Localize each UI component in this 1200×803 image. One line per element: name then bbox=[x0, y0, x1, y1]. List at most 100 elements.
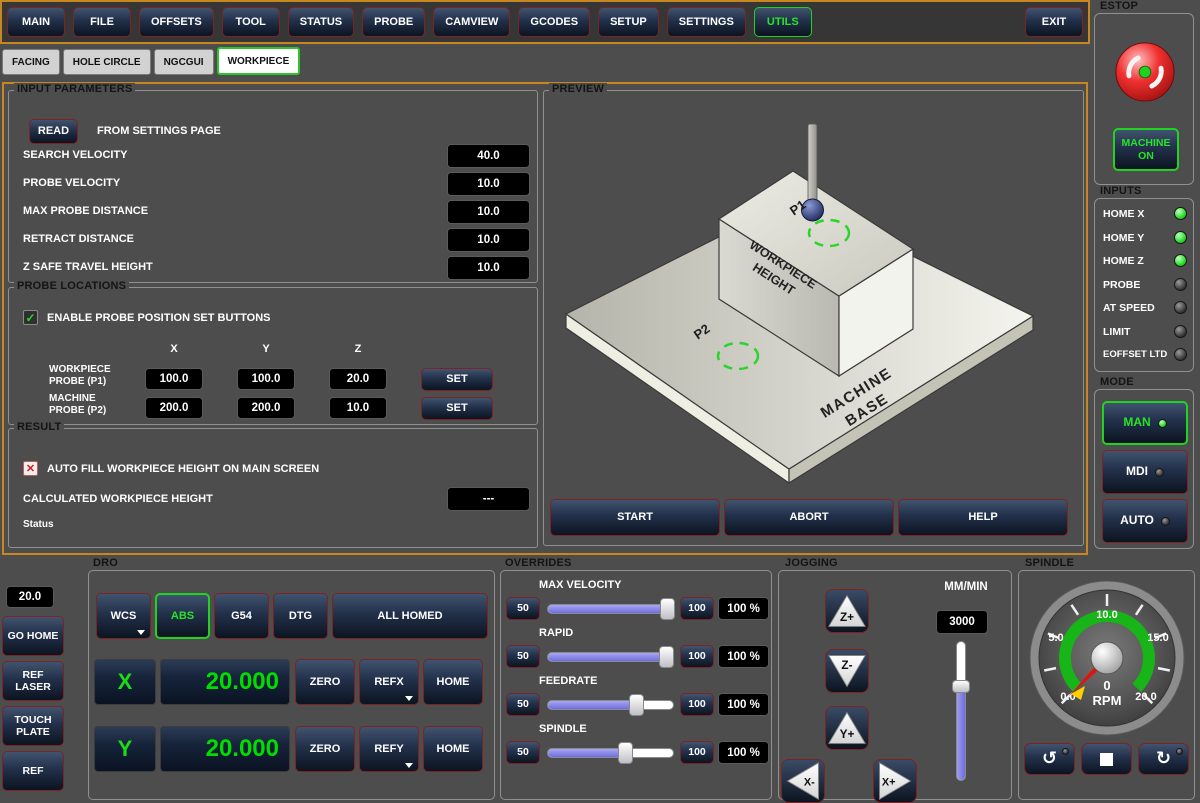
abs-button[interactable]: ABS bbox=[155, 593, 210, 639]
feedrate-slider[interactable] bbox=[547, 700, 674, 710]
feedrate-max-button[interactable]: 100 bbox=[680, 693, 714, 716]
jog-x-minus-button[interactable]: X- bbox=[781, 759, 825, 803]
tab-ngcgui[interactable]: NGCGUI bbox=[154, 49, 214, 75]
jog-rate-input[interactable]: 3000 bbox=[936, 610, 988, 634]
rapid-min-button[interactable]: 50 bbox=[506, 645, 540, 668]
p1-x-input[interactable]: 100.0 bbox=[145, 368, 203, 390]
at-speed-led bbox=[1174, 301, 1187, 314]
feedrate-slider-handle[interactable] bbox=[629, 694, 644, 716]
max-velocity-min-button[interactable]: 50 bbox=[506, 597, 540, 620]
retract-distance-input[interactable]: 10.0 bbox=[447, 228, 530, 252]
svg-text:Z-: Z- bbox=[841, 658, 852, 672]
y-ref-button[interactable]: REFY bbox=[359, 726, 419, 772]
spindle-slider[interactable] bbox=[547, 748, 674, 758]
utility-tab-bar: FACING HOLE CIRCLE NGCGUI WORKPIECE bbox=[2, 47, 300, 75]
input-home-y-label: HOME Y bbox=[1103, 232, 1144, 244]
jog-z-minus-button[interactable]: Z- bbox=[825, 649, 869, 693]
p2-y-input[interactable]: 200.0 bbox=[237, 397, 295, 419]
exit-button[interactable]: EXIT bbox=[1025, 7, 1083, 37]
nav-main[interactable]: MAIN bbox=[7, 7, 65, 37]
spindle-max-button[interactable]: 100 bbox=[680, 741, 714, 764]
p1-set-button[interactable]: SET bbox=[421, 368, 493, 391]
overrides-title: OVERRIDES bbox=[502, 557, 575, 569]
calculated-height-value: --- bbox=[447, 487, 530, 511]
ref-laser-button[interactable]: REF LASER bbox=[2, 661, 64, 701]
max-velocity-slider-handle[interactable] bbox=[660, 598, 675, 620]
estop-button[interactable] bbox=[1114, 41, 1176, 103]
jog-rate-slider-handle[interactable] bbox=[952, 680, 970, 693]
spindle-stop-button[interactable] bbox=[1081, 743, 1132, 775]
jog-y-plus-button[interactable]: Y+ bbox=[825, 706, 869, 750]
spindle-reverse-button[interactable]: ↺ bbox=[1024, 743, 1075, 775]
max-velocity-slider[interactable] bbox=[547, 604, 674, 614]
spindle-slider-handle[interactable] bbox=[618, 742, 633, 764]
spindle-rpm-gauge: 0.0 5.0 10.0 15.0 20.0 0 RPM bbox=[1027, 578, 1187, 738]
spindle-min-button[interactable]: 50 bbox=[506, 741, 540, 764]
jog-rate-slider[interactable] bbox=[956, 641, 966, 781]
enable-probe-checkbox[interactable]: ✓ bbox=[23, 310, 38, 325]
probe-velocity-input[interactable]: 10.0 bbox=[447, 172, 530, 196]
abort-button[interactable]: ABORT bbox=[724, 499, 894, 536]
rapid-max-button[interactable]: 100 bbox=[680, 645, 714, 668]
autofill-checkbox[interactable]: ✕ bbox=[23, 461, 38, 476]
max-velocity-percent: 100 % bbox=[718, 597, 769, 620]
p1-y-input[interactable]: 100.0 bbox=[237, 368, 295, 390]
wcs-dropdown-button[interactable]: WCS bbox=[96, 593, 151, 639]
ref-button[interactable]: REF bbox=[2, 751, 64, 791]
jog-z-plus-button[interactable]: Z+ bbox=[825, 589, 869, 633]
nav-gcodes[interactable]: GCODES bbox=[518, 7, 590, 37]
mode-mdi-label: MDI bbox=[1126, 465, 1148, 479]
feedrate-min-button[interactable]: 50 bbox=[506, 693, 540, 716]
search-velocity-input[interactable]: 40.0 bbox=[447, 144, 530, 168]
all-homed-button[interactable]: ALL HOMED bbox=[332, 593, 488, 639]
g54-button[interactable]: G54 bbox=[214, 593, 269, 639]
tab-facing[interactable]: FACING bbox=[2, 49, 60, 75]
mode-mdi-led bbox=[1155, 468, 1164, 477]
x-home-button[interactable]: HOME bbox=[423, 659, 483, 705]
read-button[interactable]: READ bbox=[29, 119, 78, 144]
touch-height-input[interactable]: 20.0 bbox=[6, 586, 54, 608]
rapid-slider-handle[interactable] bbox=[659, 646, 674, 668]
tab-hole-circle[interactable]: HOLE CIRCLE bbox=[63, 49, 151, 75]
mode-auto-button[interactable]: AUTO bbox=[1102, 499, 1188, 543]
nav-camview[interactable]: CAMVIEW bbox=[433, 7, 510, 37]
dtg-button[interactable]: DTG bbox=[273, 593, 328, 639]
nav-utils-active[interactable]: UTILS bbox=[754, 7, 812, 37]
jog-x-plus-button[interactable]: X+ bbox=[873, 759, 917, 803]
limit-led bbox=[1174, 325, 1187, 338]
input-probe-label: PROBE bbox=[1103, 279, 1140, 291]
nav-status[interactable]: STATUS bbox=[288, 7, 354, 37]
touch-plate-button[interactable]: TOUCH PLATE bbox=[2, 706, 64, 746]
rapid-slider[interactable] bbox=[547, 652, 674, 662]
mode-man-button[interactable]: MAN bbox=[1102, 401, 1188, 445]
gauge-tick-15: 15.0 bbox=[1147, 632, 1168, 644]
y-zero-button[interactable]: ZERO bbox=[295, 726, 355, 772]
go-home-button[interactable]: GO HOME bbox=[2, 616, 64, 656]
nav-file[interactable]: FILE bbox=[73, 7, 131, 37]
nav-offsets[interactable]: OFFSETS bbox=[139, 7, 214, 37]
max-velocity-max-button[interactable]: 100 bbox=[680, 597, 714, 620]
nav-probe[interactable]: PROBE bbox=[362, 7, 425, 37]
start-button[interactable]: START bbox=[550, 499, 720, 536]
help-button[interactable]: HELP bbox=[898, 499, 1068, 536]
p2-z-input[interactable]: 10.0 bbox=[329, 397, 387, 419]
machine-on-button[interactable]: MACHINE ON bbox=[1113, 128, 1179, 171]
mode-mdi-button[interactable]: MDI bbox=[1102, 450, 1188, 494]
workpiece-probe-label-line2: PROBE (P1) bbox=[49, 376, 106, 387]
machine-on-line2: ON bbox=[1138, 150, 1154, 162]
max-probe-distance-input[interactable]: 10.0 bbox=[447, 200, 530, 224]
jogging-title: JOGGING bbox=[782, 557, 841, 569]
tab-workpiece-active[interactable]: WORKPIECE bbox=[217, 47, 301, 75]
p2-set-button[interactable]: SET bbox=[421, 397, 493, 420]
p2-x-input[interactable]: 200.0 bbox=[145, 397, 203, 419]
nav-settings[interactable]: SETTINGS bbox=[667, 7, 746, 37]
spindle-forward-button[interactable]: ↻ bbox=[1138, 743, 1189, 775]
nav-setup[interactable]: SETUP bbox=[598, 7, 659, 37]
x-zero-button[interactable]: ZERO bbox=[295, 659, 355, 705]
y-home-button[interactable]: HOME bbox=[423, 726, 483, 772]
x-ref-button[interactable]: REFX bbox=[359, 659, 419, 705]
z-safe-travel-input[interactable]: 10.0 bbox=[447, 256, 530, 280]
nav-tool[interactable]: TOOL bbox=[222, 7, 280, 37]
gauge-unit: RPM bbox=[1093, 693, 1122, 708]
p1-z-input[interactable]: 20.0 bbox=[329, 368, 387, 390]
